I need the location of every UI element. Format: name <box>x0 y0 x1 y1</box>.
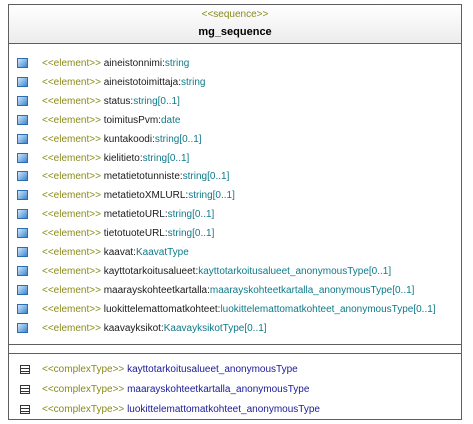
element-row[interactable]: <<element>> luokittelemattomatkohteet:lu… <box>9 300 461 319</box>
element-icon <box>17 76 28 87</box>
element-name: metatietotunniste: <box>103 171 183 183</box>
element-name: metatietoURL: <box>103 209 168 221</box>
element-name: kayttotarkoitusalueet: <box>103 265 199 277</box>
element-name: maarayskohteetkartalla: <box>103 284 210 296</box>
element-icon <box>17 209 28 220</box>
complex-type-compartment: <<complexType>> kayttotarkoitusalueet_an… <box>9 354 461 422</box>
element-type: KaavatType <box>135 247 189 258</box>
complex-type-stereotype: <<complexType>> <box>42 364 125 375</box>
element-icon <box>17 152 28 163</box>
complex-type-icon <box>20 385 30 394</box>
element-name: metatietoXMLURL: <box>103 190 189 202</box>
element-type: string[0..1] <box>154 133 202 145</box>
element-stereotype: <<element>> <box>42 114 101 126</box>
element-name: luokittelemattomatkohteet: <box>103 303 221 315</box>
complex-type-icon <box>20 405 30 414</box>
element-name: kuntakoodi: <box>103 133 155 145</box>
element-type: luokittelemattomatkohteet_anonymousType[… <box>220 303 436 315</box>
element-stereotype: <<element>> <box>42 228 101 240</box>
complex-type-row[interactable]: <<complexType>> kayttotarkoitusalueet_an… <box>9 360 461 379</box>
element-stereotype: <<element>> <box>42 95 101 107</box>
element-row[interactable]: <<element>> metatietoURL:string[0..1] <box>9 205 461 224</box>
element-stereotype: <<element>> <box>42 76 101 88</box>
element-type: string <box>164 58 190 69</box>
element-icon <box>17 284 28 295</box>
element-icon <box>17 190 28 201</box>
element-name: toimitusPvm: <box>103 114 161 126</box>
element-stereotype: <<element>> <box>42 209 101 221</box>
element-type: KaavayksikotType[0..1] <box>163 322 267 334</box>
empty-compartment <box>9 345 461 354</box>
complex-type-icon <box>20 365 30 374</box>
complex-type-row[interactable]: <<complexType>> maarayskohteetkartalla_a… <box>9 380 461 399</box>
element-icon <box>17 265 28 276</box>
element-name: kielitieto: <box>103 152 143 164</box>
element-row[interactable]: <<element>> kaavayksikot:KaavayksikotTyp… <box>9 319 461 338</box>
element-row[interactable]: <<element>> aineistotoimittaja:string <box>9 73 461 92</box>
element-icon <box>17 303 28 314</box>
element-row[interactable]: <<element>> kaavat:KaavatType <box>9 243 461 262</box>
element-row[interactable]: <<element>> maarayskohteetkartalla:maara… <box>9 281 461 300</box>
element-row[interactable]: <<element>> kuntakoodi:string[0..1] <box>9 130 461 149</box>
element-type: date <box>160 114 181 126</box>
complex-type-name: luokittelemattomatkohteet_anonymousType <box>127 404 320 415</box>
element-stereotype: <<element>> <box>42 303 101 315</box>
element-icon <box>17 228 28 239</box>
element-name: tietotuoteURL: <box>103 228 168 240</box>
complex-type-name: maarayskohteetkartalla_anonymousType <box>127 384 310 395</box>
element-type: maarayskohteetkartalla_anonymousType[0..… <box>209 284 415 296</box>
element-type: string[0..1] <box>182 171 230 183</box>
element-row[interactable]: <<element>> metatietoXMLURL:string[0..1] <box>9 186 461 205</box>
complex-type-row[interactable]: <<complexType>> luokittelemattomatkohtee… <box>9 400 461 419</box>
element-icon <box>17 95 28 106</box>
element-name: kaavat: <box>103 247 136 258</box>
element-stereotype: <<element>> <box>42 58 101 69</box>
complex-type-stereotype: <<complexType>> <box>42 404 125 415</box>
class-box[interactable]: <<sequence>> mg_sequence <<element>> ain… <box>8 4 462 420</box>
element-stereotype: <<element>> <box>42 284 101 296</box>
element-icon <box>17 171 28 182</box>
element-icon <box>17 322 28 333</box>
element-stereotype: <<element>> <box>42 247 101 258</box>
complex-type-stereotype: <<complexType>> <box>42 384 125 395</box>
element-row[interactable]: <<element>> status:string[0..1] <box>9 92 461 111</box>
element-icon <box>17 247 28 257</box>
element-type: string[0..1] <box>142 152 190 164</box>
element-type: string[0..1] <box>133 95 180 107</box>
element-row[interactable]: <<element>> kayttotarkoitusalueet:kaytto… <box>9 262 461 281</box>
element-row[interactable]: <<element>> toimitusPvm:date <box>9 111 461 130</box>
element-stereotype: <<element>> <box>42 133 101 145</box>
element-type: string[0..1] <box>188 190 235 202</box>
element-row[interactable]: <<element>> tietotuoteURL:string[0..1] <box>9 224 461 243</box>
element-name: aineistonnimi: <box>103 58 165 69</box>
element-icon <box>17 133 28 144</box>
element-stereotype: <<element>> <box>42 190 101 202</box>
element-stereotype: <<element>> <box>42 322 101 334</box>
element-icon <box>17 114 28 125</box>
element-type: string[0..1] <box>167 209 215 221</box>
element-type: string <box>180 76 206 88</box>
element-row[interactable]: <<element>> aineistonnimi:string <box>9 54 461 73</box>
class-name: mg_sequence <box>198 26 272 38</box>
element-stereotype: <<element>> <box>42 265 101 277</box>
element-name: status: <box>103 95 134 107</box>
element-icon <box>17 58 28 68</box>
element-name: kaavayksikot: <box>103 322 164 334</box>
element-stereotype: <<element>> <box>42 171 101 183</box>
element-type: kayttotarkoitusalueet_anonymousType[0..1… <box>198 265 392 277</box>
element-row[interactable]: <<element>> kielitieto:string[0..1] <box>9 149 461 168</box>
element-stereotype: <<element>> <box>42 152 101 164</box>
class-header: <<sequence>> mg_sequence <box>9 5 461 44</box>
complex-type-name: kayttotarkoitusalueet_anonymousType <box>127 364 298 375</box>
element-name: aineistotoimittaja: <box>103 76 181 88</box>
element-type: string[0..1] <box>167 228 215 240</box>
class-stereotype: <<sequence>> <box>201 9 269 20</box>
element-compartment: <<element>> aineistonnimi:string <<elemen… <box>9 44 461 345</box>
element-row[interactable]: <<element>> metatietotunniste:string[0..… <box>9 167 461 186</box>
